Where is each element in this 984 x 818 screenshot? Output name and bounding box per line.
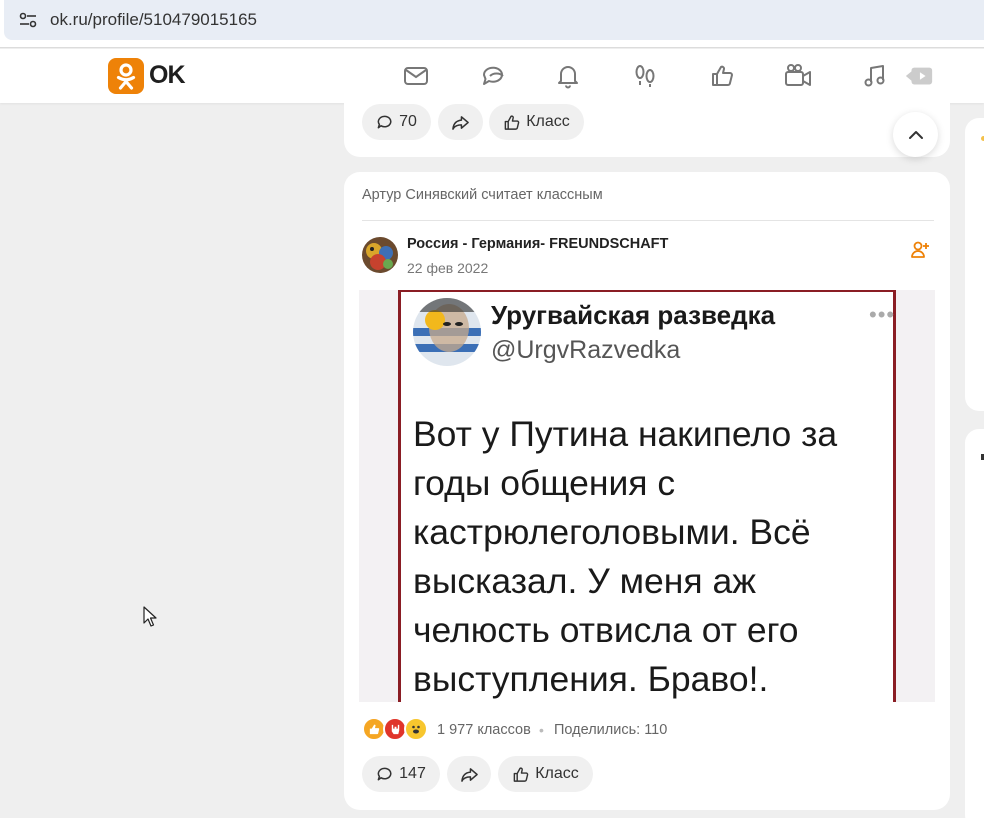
video-icon[interactable] [783,61,813,91]
right-sidebar-card [965,429,984,818]
group-avatar[interactable] [362,237,398,273]
right-sidebar-card [965,118,984,411]
tweet-author-name: Уругвайская разведка [491,300,776,330]
likes-icon[interactable] [707,61,737,91]
share-icon [460,767,478,782]
share-button[interactable] [438,104,483,140]
tweet-avatar [413,298,481,366]
tweet-text: Вот у Путина накипело за годы общения с … [413,414,838,699]
liked-by-text[interactable]: Артур Синявский считает классным [362,187,603,203]
tune-icon[interactable] [18,10,38,30]
klass-count[interactable]: 1 977 классов [437,722,531,738]
comments-button[interactable]: 147 [362,756,440,792]
thumbs-up-icon [504,114,520,130]
post-date: 22 фев 2022 [407,260,489,276]
scroll-top-button[interactable] [893,112,938,157]
group-name-link[interactable]: Россия - Германия- FREUNDSCHAFT [407,236,668,252]
klass-button[interactable]: Класс [489,104,584,140]
url-text[interactable]: ok.ru/profile/510479015165 [50,10,257,30]
share-button[interactable] [447,756,491,792]
laugh-reaction-icon [404,717,428,741]
music-icon[interactable] [860,61,890,91]
discussions-icon[interactable] [478,61,508,91]
add-friend-icon[interactable] [910,240,930,260]
share-icon [452,115,469,130]
live-video-icon[interactable] [904,61,934,91]
messages-icon[interactable] [401,61,431,91]
comments-button[interactable]: 70 [362,104,431,140]
post-image[interactable]: Уругвайская разведка @UrgvRazvedka ••• В… [359,290,935,702]
thumbs-up-icon [513,766,529,782]
guests-icon[interactable] [630,61,660,91]
tweet-more-icon: ••• [869,302,896,327]
notifications-icon[interactable] [553,61,583,91]
comments-count: 70 [399,113,417,130]
tweet-author-handle: @UrgvRazvedka [491,336,681,364]
shares-count[interactable]: Поделились: 110 [554,722,667,738]
ok-logo-icon[interactable] [108,58,144,94]
previous-post-card: 70 Класс [344,90,950,157]
tweet-screenshot: Уругвайская разведка @UrgvRazvedka ••• В… [398,290,896,702]
klass-button[interactable]: Класс [498,756,593,792]
mouse-cursor-icon [143,606,157,627]
comments-count: 147 [399,765,426,782]
post-card: Артур Синявский считает классным Россия … [344,172,950,810]
logo-text[interactable]: OK [149,61,185,90]
comment-icon [377,115,392,128]
chevron-up-icon [908,130,923,139]
browser-toolbar: ok.ru/profile/510479015165 [0,0,984,48]
comment-icon [377,767,392,780]
address-bar[interactable]: ok.ru/profile/510479015165 [4,0,984,40]
divider [362,220,934,221]
klass-label: Класс [535,765,579,782]
klass-label: Класс [526,113,570,130]
reactions-summary[interactable] [362,717,432,743]
stat-separator: • [539,722,544,738]
